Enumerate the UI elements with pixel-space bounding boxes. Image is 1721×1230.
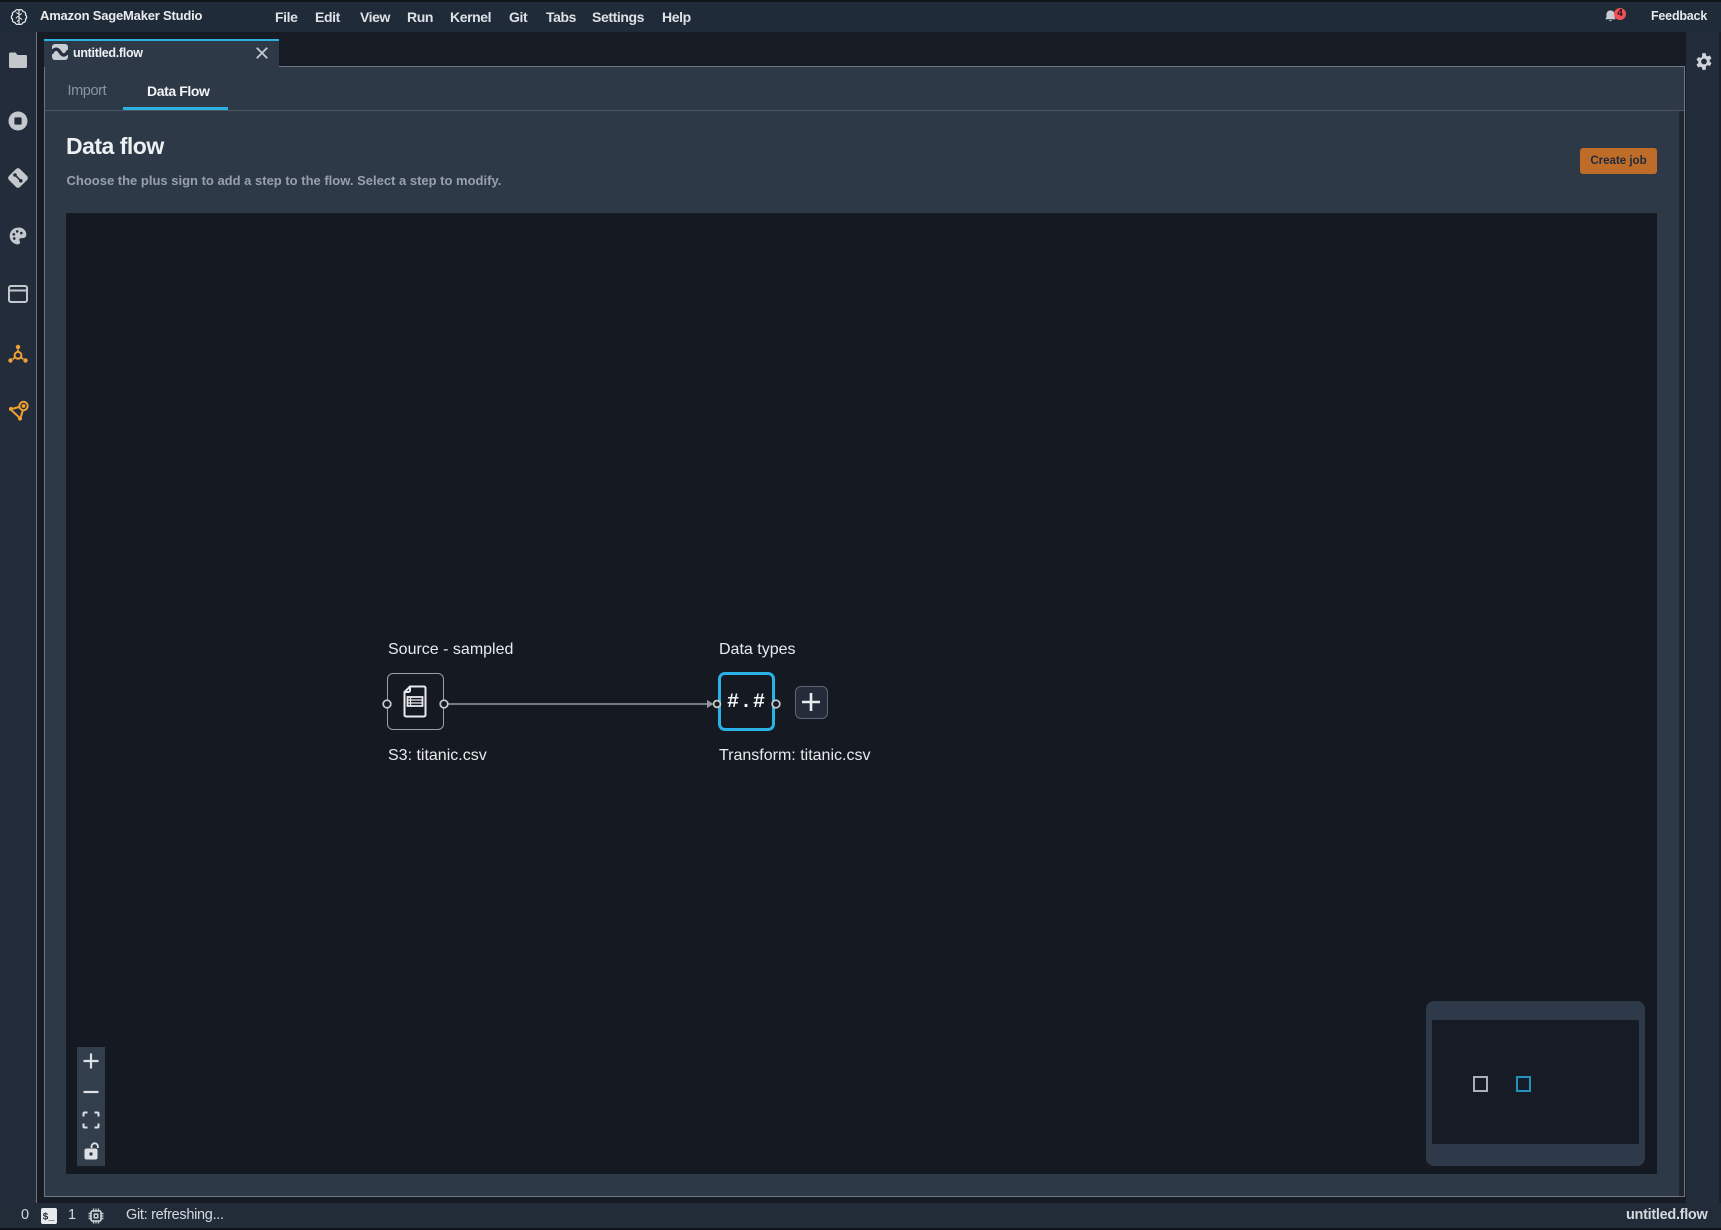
svg-text:$_: $_ xyxy=(43,1212,56,1224)
